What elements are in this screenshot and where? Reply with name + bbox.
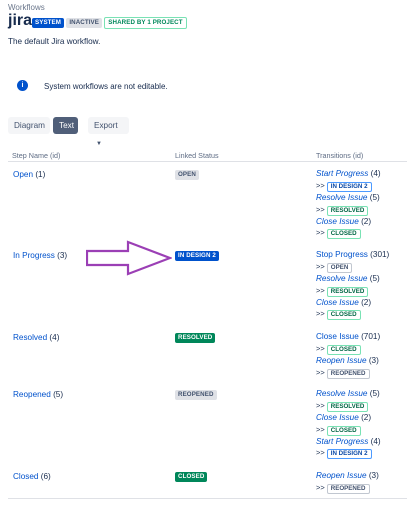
target-status: RESOLVED [326, 286, 369, 297]
transition-link[interactable]: Close Issue [316, 217, 359, 226]
status-lozenge: REOPENED [175, 390, 217, 400]
step-name-link[interactable]: In Progress [13, 251, 55, 260]
transition-id: (2) [361, 216, 372, 226]
column-header-transitions: Transitions (id) [316, 151, 364, 160]
step-open[interactable]: Open (1) [13, 170, 45, 179]
step-name-link[interactable]: Open [13, 170, 33, 179]
info-icon: i [17, 80, 28, 91]
transitions-resolved: Close Issue (701) >> CLOSED Reopen Issue … [316, 332, 381, 379]
status-lozenge: IN DESIGN 2 [175, 251, 219, 261]
transition-link[interactable]: Reopen Issue [316, 471, 367, 480]
target-status: OPEN [326, 262, 353, 273]
workflow-description: The default Jira workflow. [8, 37, 101, 46]
step-resolved[interactable]: Resolved (4) [13, 333, 59, 342]
step-closed[interactable]: Closed (6) [13, 472, 51, 481]
breadcrumb[interactable]: Workflows [8, 3, 45, 12]
transition-id: (701) [361, 332, 381, 341]
annotation-arrow-icon [86, 240, 172, 276]
transition-id: (5) [369, 389, 380, 398]
transition-id: (3) [368, 471, 379, 480]
diagram-view-button[interactable]: Diagram [8, 117, 50, 134]
target-status: REOPENED [326, 483, 370, 494]
transition-link[interactable]: Close Issue [316, 298, 359, 307]
transition-link[interactable]: Reopen Issue [316, 356, 367, 365]
column-header-step: Step Name (id) [12, 151, 61, 160]
notice-text: System workflows are not editable. [44, 82, 168, 91]
status-lozenge: OPEN [175, 170, 199, 180]
transition-id: (301) [370, 250, 390, 259]
transitions-open: Start Progress (4) >> IN DESIGN 2 Resolve… [316, 169, 381, 240]
status-in-progress: IN DESIGN 2 [175, 250, 219, 261]
target-status: RESOLVED [326, 205, 369, 216]
status-open: OPEN [175, 169, 199, 180]
badge-group: SYSTEM INACTIVE SHARED BY 1 PROJECT [32, 17, 187, 29]
status-reopened: REOPENED [175, 389, 217, 400]
transition-id: (4) [370, 169, 381, 178]
inactive-badge: INACTIVE [66, 18, 103, 28]
transition-link[interactable]: Close Issue [316, 413, 359, 422]
transitions-closed: Reopen Issue (3) >> REOPENED [316, 471, 379, 494]
export-label: Export [94, 121, 118, 130]
transition-id: (3) [368, 355, 379, 365]
transition-link[interactable]: Resolve Issue [316, 389, 367, 398]
transition-link[interactable]: Stop Progress [316, 250, 368, 259]
step-in-progress[interactable]: In Progress (3) [13, 251, 67, 260]
status-lozenge: RESOLVED [175, 333, 216, 343]
step-id: (3) [57, 251, 68, 260]
text-view-button[interactable]: Text [53, 117, 78, 134]
header-divider [8, 161, 407, 162]
step-name-link[interactable]: Closed [13, 472, 39, 481]
target-status: CLOSED [326, 229, 361, 240]
target-status: REOPENED [326, 368, 370, 379]
transition-link[interactable]: Start Progress [316, 169, 368, 178]
transition-link[interactable]: Start Progress [316, 437, 368, 446]
status-resolved: RESOLVED [175, 332, 216, 343]
target-status: RESOLVED [326, 401, 369, 412]
chevron-down-icon: ▼ [96, 141, 102, 147]
transitions-reopened: Resolve Issue (5) >> RESOLVED Close Issue… [316, 389, 381, 460]
target-status: IN DESIGN 2 [326, 181, 372, 192]
transition-link[interactable]: Resolve Issue [316, 193, 367, 202]
export-dropdown[interactable]: Export ▼ [88, 117, 129, 147]
status-lozenge: CLOSED [175, 472, 208, 482]
target-status: CLOSED [326, 310, 361, 321]
transition-id: (5) [369, 273, 380, 283]
system-badge: SYSTEM [32, 18, 65, 28]
step-name-link[interactable]: Reopened [13, 390, 51, 399]
step-id: (1) [35, 170, 46, 179]
transition-id: (4) [370, 436, 381, 446]
page-title: jira [8, 12, 33, 29]
step-id: (6) [40, 472, 51, 481]
transition-id: (5) [369, 192, 380, 202]
column-header-status: Linked Status [175, 151, 219, 160]
transition-id: (2) [361, 297, 372, 307]
step-reopened[interactable]: Reopened (5) [13, 390, 63, 399]
transitions-in-progress: Stop Progress (301) >> OPEN Resolve Issue… [316, 250, 390, 321]
status-closed: CLOSED [175, 471, 208, 482]
step-id: (5) [53, 390, 64, 399]
transition-link[interactable]: Close Issue [316, 332, 359, 341]
transition-id: (2) [361, 412, 372, 422]
table-bottom-divider [8, 498, 407, 499]
transition-link[interactable]: Resolve Issue [316, 274, 367, 283]
step-name-link[interactable]: Resolved [13, 333, 47, 342]
target-status: IN DESIGN 2 [326, 449, 372, 460]
target-status: CLOSED [326, 344, 361, 355]
shared-project-badge[interactable]: SHARED BY 1 PROJECT [104, 17, 187, 29]
target-status: CLOSED [326, 425, 361, 436]
step-id: (4) [49, 333, 60, 342]
